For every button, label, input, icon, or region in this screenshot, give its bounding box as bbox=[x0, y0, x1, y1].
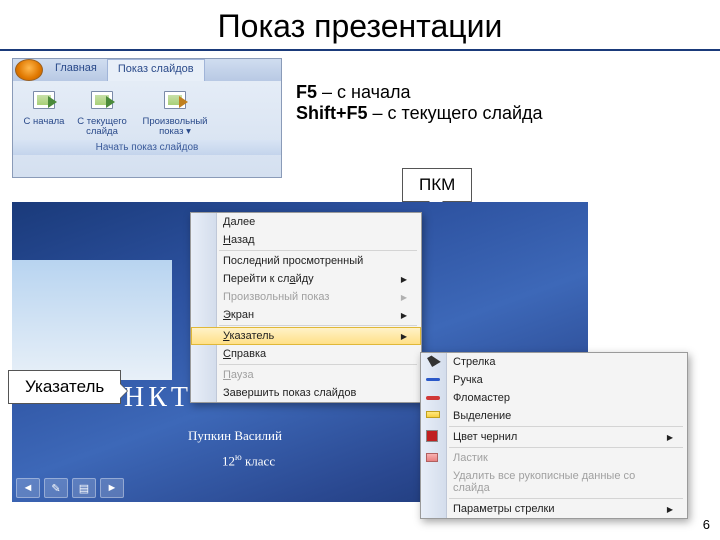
f5-key: F5 bbox=[296, 82, 317, 102]
slide-author: Пупкин Василий bbox=[188, 428, 282, 444]
page-title: Показ презентации bbox=[0, 0, 720, 51]
shiftf5-text: – с текущего слайда bbox=[368, 103, 543, 123]
chevron-right-icon: ▶ bbox=[401, 311, 407, 320]
menu-back[interactable]: Назад bbox=[191, 231, 421, 249]
menu-next[interactable]: Далее bbox=[191, 213, 421, 231]
chevron-right-icon: ▶ bbox=[667, 433, 673, 442]
slideshow-nav: ◄ ✎ ▤ ► bbox=[16, 478, 124, 498]
chevron-right-icon: ▶ bbox=[401, 332, 407, 341]
pointer-submenu: Стрелка Ручка Фломастер Выделение Цвет ч… bbox=[420, 352, 688, 519]
menu-pause: Пауза bbox=[191, 366, 421, 384]
menu-end-show[interactable]: Завершить показ слайдов bbox=[191, 384, 421, 402]
page-number: 6 bbox=[703, 517, 710, 532]
from-beginning-label: С начала bbox=[16, 117, 72, 127]
slide-grade: 12ю класс bbox=[222, 452, 275, 469]
menu-last-viewed[interactable]: Последний просмотренный bbox=[191, 252, 421, 270]
custom-show-label: Произвольный показ ▾ bbox=[132, 117, 218, 138]
shiftf5-key: Shift+F5 bbox=[296, 103, 368, 123]
tab-home[interactable]: Главная bbox=[45, 59, 107, 81]
context-menu: Далее Назад Последний просмотренный Пере… bbox=[190, 212, 422, 403]
nav-next-icon[interactable]: ► bbox=[100, 478, 124, 498]
f5-text: – с начала bbox=[317, 82, 410, 102]
menu-pointer[interactable]: Указатель▶ bbox=[191, 327, 421, 345]
eraser-icon bbox=[426, 451, 442, 465]
slide-background-sky bbox=[12, 260, 172, 380]
chevron-right-icon: ▶ bbox=[401, 275, 407, 284]
office-button-icon[interactable] bbox=[15, 59, 43, 81]
menu-goto-slide[interactable]: Перейти к слайду▶ bbox=[191, 270, 421, 288]
callout-pkm: ПКМ bbox=[402, 168, 472, 202]
pen-icon bbox=[426, 373, 442, 387]
ribbon-tabs: Главная Показ слайдов bbox=[13, 59, 281, 81]
from-current-button[interactable]: С текущего слайда bbox=[73, 85, 131, 140]
nav-menu-icon[interactable]: ▤ bbox=[72, 478, 96, 498]
cursor-arrow-icon bbox=[426, 355, 442, 369]
nav-pen-icon[interactable]: ✎ bbox=[44, 478, 68, 498]
color-swatch-icon bbox=[426, 430, 442, 444]
submenu-felt-pen[interactable]: Фломастер bbox=[421, 389, 687, 407]
from-beginning-button[interactable]: С начала bbox=[15, 85, 73, 140]
chevron-right-icon: ▶ bbox=[667, 505, 673, 514]
callout-pointer: Указатель bbox=[8, 370, 121, 404]
menu-screen[interactable]: Экран▶ bbox=[191, 306, 421, 324]
tab-slideshow[interactable]: Показ слайдов bbox=[107, 59, 205, 81]
submenu-arrow-options[interactable]: Параметры стрелки▶ bbox=[421, 500, 687, 518]
instructions: F5 – с начала Shift+F5 – с текущего слай… bbox=[296, 82, 543, 124]
nav-prev-icon[interactable]: ◄ bbox=[16, 478, 40, 498]
custom-show-button[interactable]: Произвольный показ ▾ bbox=[131, 85, 219, 140]
ribbon-body: С начала С текущего слайда Произвольный … bbox=[13, 81, 281, 140]
submenu-highlighter[interactable]: Выделение bbox=[421, 407, 687, 425]
submenu-pen[interactable]: Ручка bbox=[421, 371, 687, 389]
submenu-arrow[interactable]: Стрелка bbox=[421, 353, 687, 371]
highlighter-icon bbox=[426, 409, 442, 423]
ribbon: Главная Показ слайдов С начала С текущег… bbox=[12, 58, 282, 178]
menu-custom-show: Произвольный показ▶ bbox=[191, 288, 421, 306]
from-current-label: С текущего слайда bbox=[74, 117, 130, 138]
submenu-ink-color[interactable]: Цвет чернил▶ bbox=[421, 428, 687, 446]
chevron-right-icon: ▶ bbox=[401, 293, 407, 302]
submenu-eraser: Ластик bbox=[421, 449, 687, 467]
submenu-erase-all: Удалить все рукописные данные со слайда bbox=[421, 467, 687, 497]
felt-pen-icon bbox=[426, 391, 442, 405]
menu-help[interactable]: Справка bbox=[191, 345, 421, 363]
ribbon-group-label: Начать показ слайдов bbox=[13, 140, 281, 155]
